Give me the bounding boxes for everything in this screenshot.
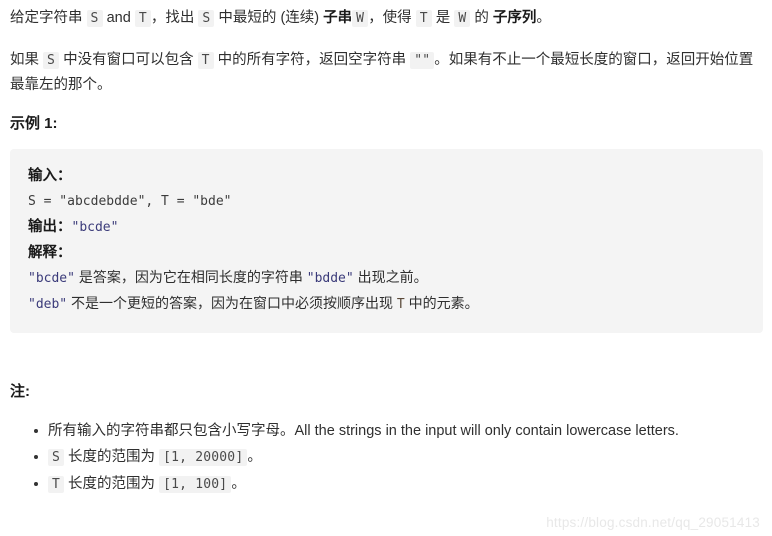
list-item: 所有输入的字符串都只包含小写字母。All the strings in the …	[34, 419, 762, 443]
explain-code-bcde: "bcde"	[28, 271, 75, 286]
note-text-cn: 长度的范围为	[64, 449, 160, 465]
example-output-line: 输出："bcde"	[28, 214, 745, 240]
inline-code-s-range: S	[48, 449, 65, 466]
example-input-label-line: 输入：	[28, 163, 745, 188]
text-segment: ，使得	[368, 10, 416, 26]
text-segment: 给定字符串	[10, 10, 87, 26]
note-text-en: All the strings in the input will only c…	[294, 423, 679, 439]
bold-subsequence-term: 子序列	[492, 10, 537, 26]
inline-code-range-s: [1, 20000]	[159, 449, 248, 466]
text-segment: 中没有窗口可以包含	[59, 52, 198, 68]
inline-code-s: S	[86, 10, 103, 27]
bold-substring-term: 子串	[323, 10, 353, 26]
text-segment: and	[102, 10, 135, 26]
inline-code-t: T	[134, 10, 151, 27]
list-item: T 长度的范围为 [1, 100]。	[34, 472, 762, 497]
example-heading: 示例 1:	[10, 115, 58, 132]
output-label: 输出：	[28, 219, 72, 235]
text-segment: 不是一个更短的答案，因为在窗口中必须按顺序出现	[67, 295, 397, 311]
note-suffix: 。	[247, 449, 262, 465]
explain-code-t: T	[396, 297, 405, 312]
inline-code-w: W	[352, 10, 369, 27]
text-segment: 中最短的 (连续)	[214, 10, 324, 26]
explanation-label: 解释：	[28, 245, 72, 261]
paragraph-problem-description: 给定字符串 S and T ，找出 S 中最短的 (连续) 子串 W ，使得 T 是 …	[10, 6, 762, 31]
text-segment: 的	[470, 10, 493, 26]
problem-statement-page: 给定字符串 S and T ，找出 S 中最短的 (连续) 子串 W ，使得 T 是 …	[0, 0, 772, 536]
notes-list: 所有输入的字符串都只包含小写字母。All the strings in the …	[10, 419, 762, 497]
list-item: S 长度的范围为 [1, 20000]。	[34, 445, 762, 470]
explain-code-deb: "deb"	[28, 297, 68, 312]
inline-code-t-2: T	[415, 10, 432, 27]
text-segment: ，找出	[150, 10, 199, 26]
paragraph-edge-cases: 如果 S 中没有窗口可以包含 T 中的所有字符，返回空字符串 "" 。如果有不止一…	[10, 48, 762, 97]
input-value: S = "abcdebdde", T = "bde"	[28, 194, 232, 209]
text-segment: 出现之前。	[353, 269, 428, 285]
input-label: 输入：	[28, 168, 72, 184]
note-text-cn: 长度的范围为	[64, 476, 160, 492]
output-value: "bcde"	[71, 220, 119, 235]
example-input-value-line: S = "abcdebdde", T = "bde"	[28, 188, 745, 214]
text-segment: 。	[536, 10, 551, 26]
example-explain-line-2: "deb" 不是一个更短的答案，因为在窗口中必须按顺序出现 T 中的元素。	[28, 291, 745, 317]
inline-code-w-2: W	[454, 10, 471, 27]
example-block: 输入： S = "abcdebdde", T = "bde" 输出："bcde"…	[10, 149, 763, 333]
text-segment: 中的所有字符，返回空字符串	[213, 52, 411, 68]
note-suffix: 。	[231, 476, 246, 492]
notes-heading: 注:	[10, 383, 30, 400]
text-segment: 中的元素。	[404, 295, 479, 311]
text-segment: 是答案，因为它在相同长度的字符串	[74, 269, 307, 285]
inline-code-empty-string: ""	[410, 52, 435, 69]
note-text-cn: 所有输入的字符串都只包含小写字母。	[48, 423, 295, 439]
inline-code-t-3: T	[197, 52, 214, 69]
inline-code-s-2: S	[198, 10, 215, 27]
text-segment: 如果	[10, 52, 44, 68]
inline-code-s-3: S	[43, 52, 60, 69]
watermark-url: https://blog.csdn.net/qq_29051413	[546, 515, 760, 530]
example-explain-label-line: 解释：	[28, 240, 745, 265]
explain-code-bdde: "bdde"	[306, 271, 354, 286]
example-explain-line-1: "bcde" 是答案，因为它在相同长度的字符串 "bdde" 出现之前。	[28, 265, 745, 291]
text-segment: 是	[431, 10, 455, 26]
inline-code-t-range: T	[48, 476, 65, 493]
inline-code-range-t: [1, 100]	[159, 476, 232, 493]
